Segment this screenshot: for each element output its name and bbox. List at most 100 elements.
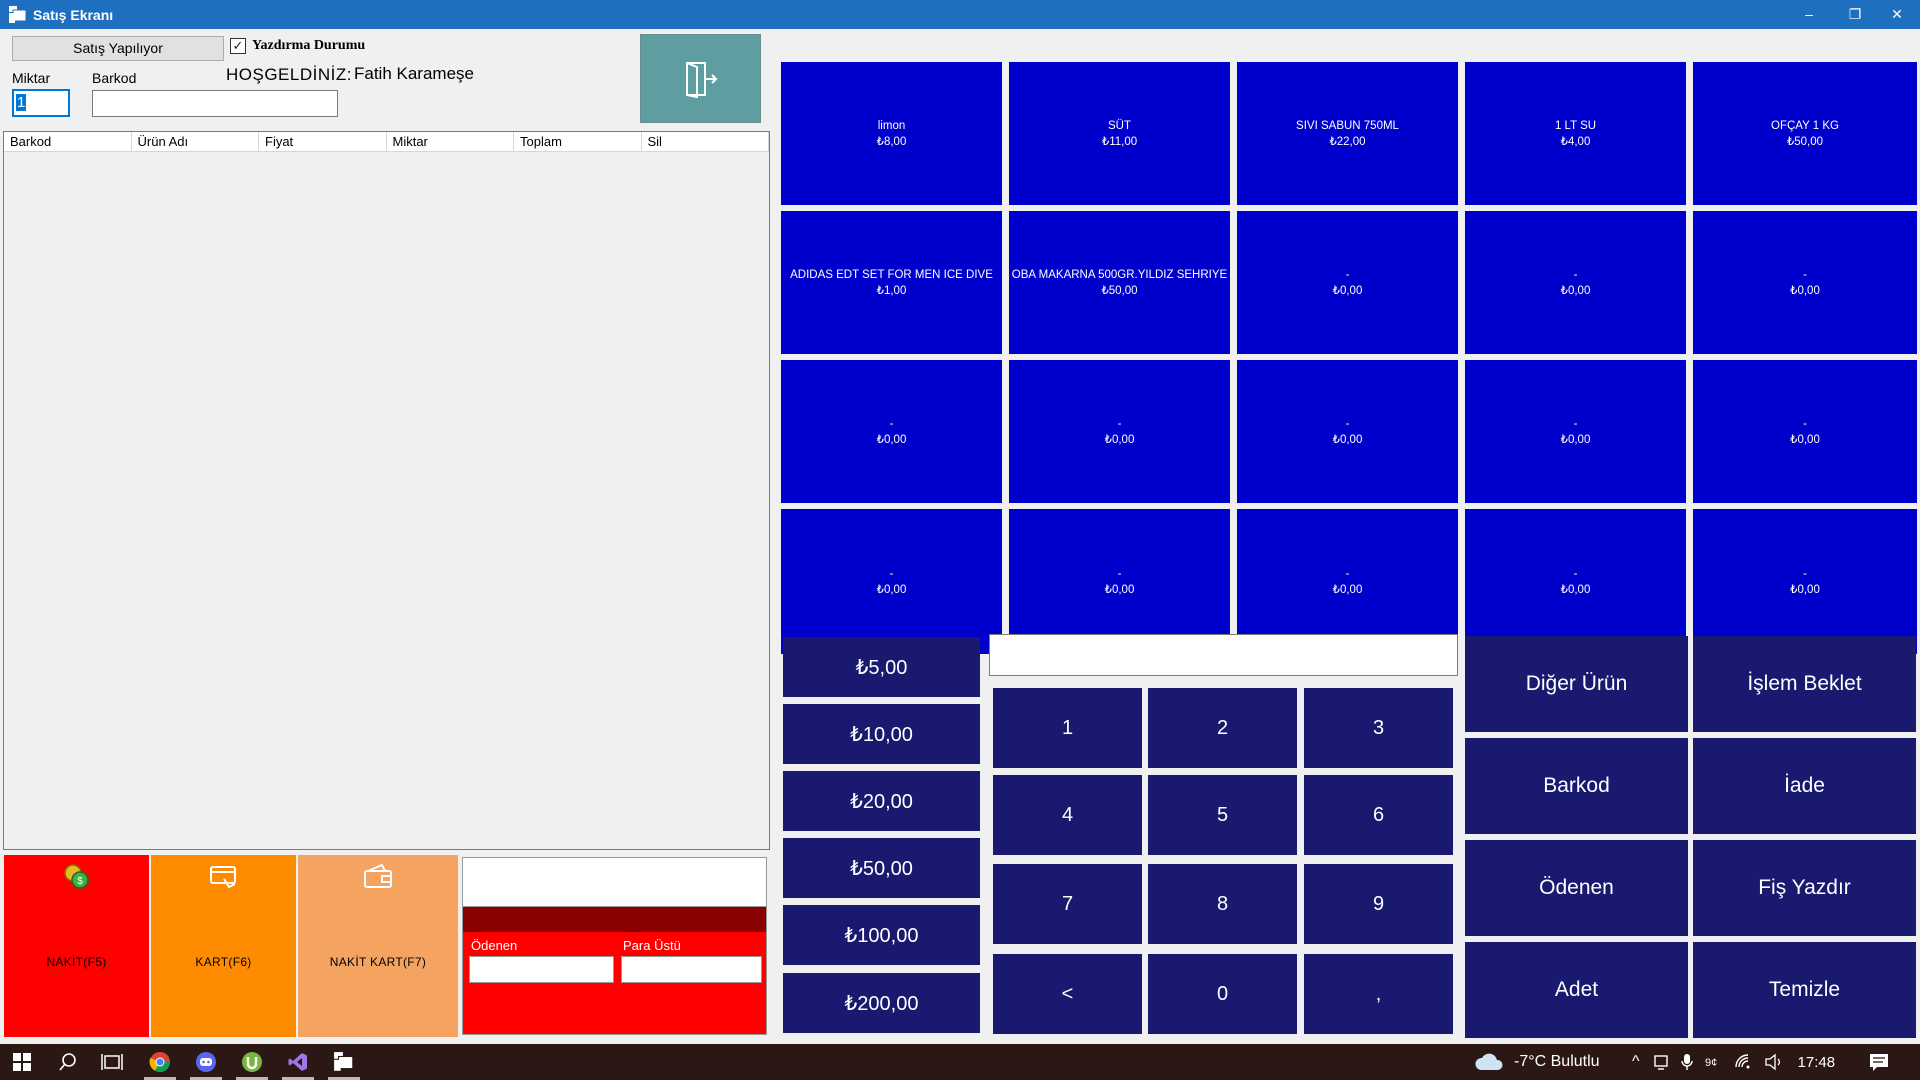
clock-time[interactable]: 17:48: [1798, 1054, 1836, 1071]
product-tile[interactable]: - ₺0,00: [1693, 509, 1917, 654]
card-payment-button[interactable]: KART(F6): [151, 855, 296, 1037]
product-tile[interactable]: ADIDAS EDT SET FOR MEN ICE DIVE ₺1,00: [781, 211, 1002, 354]
product-tile[interactable]: - ₺0,00: [1237, 211, 1458, 354]
checkbox-check-icon[interactable]: ✓: [230, 38, 246, 54]
numpad-key-2[interactable]: 2: [1148, 688, 1297, 768]
product-tile[interactable]: OBA MAKARNA 500GR.YILDIZ SEHRIYE ₺50,00: [1009, 211, 1230, 354]
product-tile[interactable]: - ₺0,00: [781, 509, 1002, 654]
product-tile[interactable]: OFÇAY 1 KG ₺50,00: [1693, 62, 1917, 205]
numpad-key-9[interactable]: 9: [1304, 864, 1453, 944]
numpad-key-3[interactable]: 3: [1304, 688, 1453, 768]
product-name: -: [1573, 268, 1578, 281]
money-button-100[interactable]: ₺100,00: [783, 905, 980, 965]
column-header[interactable]: Ürün Adı: [132, 132, 259, 151]
close-button[interactable]: ✕: [1874, 0, 1920, 29]
taskbar: -7°C Bulutlu ^ 9¢ 17:48: [0, 1044, 1920, 1080]
numpad-key-comma[interactable]: ,: [1304, 954, 1453, 1034]
money-button-5[interactable]: ₺5,00: [783, 637, 980, 697]
cash-card-payment-button[interactable]: NAKİT KART(F7): [298, 855, 458, 1037]
barcode-input[interactable]: [92, 90, 338, 117]
numpad-key-6[interactable]: 6: [1304, 775, 1453, 855]
weather-widget[interactable]: -7°C Bulutlu: [1474, 1044, 1600, 1080]
change-input[interactable]: [621, 956, 762, 983]
numpad-key-5[interactable]: 5: [1148, 775, 1297, 855]
print-receipt-button[interactable]: Fiş Yazdır: [1693, 840, 1916, 936]
barcode-button[interactable]: Barkod: [1465, 738, 1688, 834]
column-header[interactable]: Fiyat: [259, 132, 387, 151]
numpad-key-8[interactable]: 8: [1148, 864, 1297, 944]
column-header[interactable]: Toplam: [514, 132, 642, 151]
qty-input[interactable]: 1: [12, 89, 70, 117]
start-windows-icon[interactable]: [0, 1044, 44, 1080]
numpad-key-0[interactable]: 0: [1148, 954, 1297, 1034]
product-price: ₺50,00: [1786, 135, 1824, 148]
svg-text:9¢: 9¢: [1705, 1057, 1717, 1069]
search-icon[interactable]: [46, 1044, 90, 1080]
minimize-button[interactable]: –: [1786, 0, 1832, 29]
discord-icon[interactable]: [184, 1044, 228, 1080]
tray-icons: ^ 9¢ 17:48: [1632, 1044, 1835, 1080]
product-tile[interactable]: - ₺0,00: [1237, 509, 1458, 654]
numpad-key-1[interactable]: 1: [993, 688, 1142, 768]
exit-door-icon: [685, 61, 717, 98]
product-price: ₺1,00: [876, 284, 907, 297]
column-header[interactable]: Barkod: [4, 132, 132, 151]
product-price: ₺0,00: [1560, 583, 1591, 596]
column-header[interactable]: Sil: [642, 132, 769, 151]
device-icon[interactable]: [1652, 1053, 1670, 1071]
product-tile[interactable]: - ₺0,00: [1237, 360, 1458, 503]
product-tile[interactable]: limon ₺8,00: [781, 62, 1002, 205]
notifications-icon[interactable]: [1868, 1044, 1890, 1080]
paid-input[interactable]: [469, 956, 614, 983]
quantity-button[interactable]: Adet: [1465, 942, 1688, 1038]
chrome-icon[interactable]: [138, 1044, 182, 1080]
numpad-display[interactable]: [989, 634, 1458, 676]
paid-button[interactable]: Ödenen: [1465, 840, 1688, 936]
product-tile[interactable]: SIVI SABUN 750ML ₺22,00: [1237, 62, 1458, 205]
product-tile[interactable]: - ₺0,00: [1465, 360, 1686, 503]
product-price: ₺0,00: [1790, 583, 1820, 596]
restore-button[interactable]: ❐: [1832, 0, 1878, 29]
total-display: [463, 858, 766, 907]
sales-status-button[interactable]: Satış Yapılıyor: [12, 36, 224, 61]
print-status-label: Yazdırma Durumu: [252, 38, 366, 53]
product-tile[interactable]: - ₺0,00: [1465, 211, 1686, 354]
product-tile[interactable]: - ₺0,00: [1009, 360, 1230, 503]
chevron-up-icon[interactable]: ^: [1632, 1053, 1640, 1071]
keyboard-language-icon[interactable]: 9¢: [1704, 1053, 1724, 1071]
svg-text:$: $: [77, 876, 83, 887]
product-tile[interactable]: - ₺0,00: [1693, 360, 1917, 503]
product-tile[interactable]: SÜT ₺11,00: [1009, 62, 1230, 205]
utorrent-icon[interactable]: [230, 1044, 274, 1080]
sales-app-taskbar-icon[interactable]: [322, 1044, 366, 1080]
product-price: ₺0,00: [1560, 284, 1591, 297]
visual-studio-icon[interactable]: [276, 1044, 320, 1080]
numpad-key-7[interactable]: 7: [993, 864, 1142, 944]
sales-grid[interactable]: Barkod Ürün Adı Fiyat Miktar Toplam Sil: [3, 131, 770, 850]
money-button-50[interactable]: ₺50,00: [783, 838, 980, 898]
hold-transaction-button[interactable]: İşlem Beklet: [1693, 636, 1916, 732]
product-tile[interactable]: - ₺0,00: [1465, 509, 1686, 654]
wifi-icon[interactable]: [1734, 1053, 1754, 1071]
exit-button[interactable]: [640, 34, 761, 123]
product-tile[interactable]: 1 LT SU ₺4,00: [1465, 62, 1686, 205]
refund-button[interactable]: İade: [1693, 738, 1916, 834]
product-tile[interactable]: - ₺0,00: [1009, 509, 1230, 654]
product-name: SÜT: [1108, 119, 1131, 132]
numpad-key-4[interactable]: 4: [993, 775, 1142, 855]
other-product-button[interactable]: Diğer Ürün: [1465, 636, 1688, 732]
volume-icon[interactable]: [1764, 1053, 1784, 1071]
task-view-icon[interactable]: [90, 1044, 134, 1080]
product-tile[interactable]: - ₺0,00: [1693, 211, 1917, 354]
clear-button[interactable]: Temizle: [1693, 942, 1916, 1038]
numpad-key-backspace[interactable]: <: [993, 954, 1142, 1034]
money-button-10[interactable]: ₺10,00: [783, 704, 980, 764]
money-button-20[interactable]: ₺20,00: [783, 771, 980, 831]
money-button-200[interactable]: ₺200,00: [783, 973, 980, 1033]
cash-payment-button[interactable]: $ NAKİT(F5): [4, 855, 149, 1037]
product-tile[interactable]: - ₺0,00: [781, 360, 1002, 503]
column-header[interactable]: Miktar: [387, 132, 514, 151]
product-name: 1 LT SU: [1554, 119, 1597, 132]
microphone-icon[interactable]: [1680, 1053, 1694, 1071]
print-status-checkbox[interactable]: ✓ Yazdırma Durumu: [230, 36, 365, 56]
